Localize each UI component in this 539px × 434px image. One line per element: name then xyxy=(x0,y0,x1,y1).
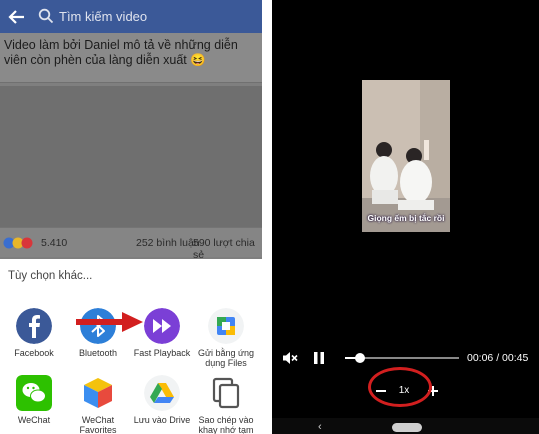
files-icon xyxy=(208,308,244,344)
post-stats: 5.410 252 bình luận 590 lượt chia sẻ xyxy=(0,227,262,261)
share-app-facebook[interactable]: Facebook xyxy=(2,308,66,360)
app-label: WeChat xyxy=(17,415,51,425)
arrow-back-icon[interactable] xyxy=(7,7,27,27)
nav-back-icon[interactable]: ‹ xyxy=(318,421,322,433)
app-label: Lưu vào Drive xyxy=(133,415,191,425)
video-caption: Giọng ếm bị tắc rồi xyxy=(367,213,445,223)
reaction-count: 5.410 xyxy=(41,237,68,249)
post-header: Video làm bởi Daniel mô tả về những diễn… xyxy=(0,33,262,83)
share-count[interactable]: 590 lượt chia sẻ xyxy=(193,237,262,261)
video-frame[interactable]: Giọng ếm bị tắc rồi xyxy=(362,80,450,232)
share-app-copy-clipboard[interactable]: Sao chép vào khay nhớ tạm xyxy=(194,375,258,434)
search-icon[interactable] xyxy=(38,8,54,24)
app-label: Bluetooth xyxy=(78,348,118,358)
pause-icon[interactable] xyxy=(312,351,326,365)
nav-home-pill[interactable] xyxy=(392,423,422,432)
mute-icon[interactable] xyxy=(282,351,298,365)
search-input[interactable]: Tìm kiếm video xyxy=(59,9,147,24)
comment-count[interactable]: 252 bình luận xyxy=(136,237,200,249)
arrow-annotation-icon xyxy=(76,312,143,332)
facebook-share-screen: Tìm kiếm video Video làm bởi Daniel mô t… xyxy=(0,0,262,434)
post-title: Video làm bởi Daniel mô tả về những diễn… xyxy=(4,38,238,67)
video-thumbnail-icon xyxy=(362,80,450,232)
app-label: Fast Playback xyxy=(133,348,191,358)
app-label: Gửi bằng ứng dụng Files xyxy=(197,348,255,368)
share-sheet: Tùy chọn khác... Facebook Bluetooth Fast… xyxy=(0,259,262,434)
facebook-icon xyxy=(16,308,52,344)
app-label: WeChat Favorites xyxy=(79,415,117,434)
time-display: 00:06 / 00:45 xyxy=(467,352,529,364)
share-sheet-title: Tùy chọn khác... xyxy=(8,270,93,282)
share-app-files[interactable]: Gửi bằng ứng dụng Files xyxy=(194,308,258,370)
cube-icon xyxy=(84,378,112,408)
speed-increase-icon xyxy=(432,386,434,396)
app-label: Facebook xyxy=(14,348,54,358)
circle-annotation xyxy=(368,367,432,407)
seek-thumb[interactable] xyxy=(354,353,365,363)
android-nav-bar: ‹ xyxy=(272,418,539,434)
share-app-wechat-favorites[interactable]: WeChat Favorites xyxy=(66,375,130,434)
share-app-wechat[interactable]: WeChat xyxy=(2,375,66,431)
post-video-placeholder xyxy=(0,86,262,228)
copy-icon xyxy=(212,377,240,409)
wechat-icon xyxy=(16,375,52,411)
share-app-drive[interactable]: Lưu vào Drive xyxy=(130,375,194,431)
video-player-screen: Giọng ếm bị tắc rồi 00:06 / 00:45 1x ‹ xyxy=(272,0,539,434)
reactions-icon[interactable] xyxy=(3,237,39,249)
app-label: Sao chép vào khay nhớ tạm xyxy=(198,415,254,434)
drive-icon xyxy=(144,375,180,411)
search-header: Tìm kiếm video xyxy=(0,0,262,33)
dimmed-feed: Video làm bởi Daniel mô tả về những diễn… xyxy=(0,33,262,261)
fast-forward-icon xyxy=(144,308,180,344)
